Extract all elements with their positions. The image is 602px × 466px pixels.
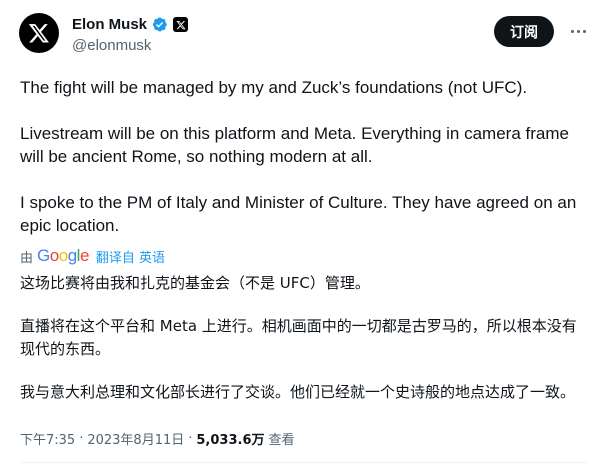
tweet-text: The fight will be managed by my and Zuck…	[20, 76, 590, 237]
separator: ·	[79, 431, 84, 446]
x-affiliate-badge-icon[interactable]	[173, 17, 189, 32]
translated-paragraph: 这场比赛将由我和扎克的基金会（不是 UFC）管理。	[20, 274, 370, 292]
translated-paragraph: 我与意大利总理和文化部长进行了交谈。他们已经就一个史诗般的地点达成了一致。	[20, 383, 576, 401]
views-label: 查看	[268, 433, 295, 448]
divider	[20, 462, 588, 463]
separator: ·	[188, 431, 193, 446]
author-handle[interactable]: @elonmusk	[72, 37, 151, 54]
translated-from-link[interactable]: 翻译自 英语	[96, 247, 165, 266]
author-display-name[interactable]: Elon Musk	[72, 16, 147, 33]
tweet-meta: 下午7:35 · 2023年8月11日 · 5,033.6万 查看	[20, 429, 295, 448]
tweet-paragraph: I spoke to the PM of Italy and Minister …	[20, 193, 577, 235]
avatar[interactable]	[19, 13, 59, 53]
translated-paragraph: 直播将在这个平台和 Meta 上进行。相机画面中的一切都是古罗马的，所以根本没有…	[20, 317, 577, 358]
subscribe-button[interactable]: 订阅	[494, 16, 554, 47]
tweet-time[interactable]: 下午7:35	[20, 429, 75, 448]
tweet-paragraph: Livestream will be on this platform and …	[20, 124, 569, 166]
tweet-date[interactable]: 2023年8月11日	[87, 429, 184, 448]
verified-badge-icon[interactable]	[151, 16, 168, 33]
author-name-row: Elon Musk	[72, 15, 189, 34]
translated-by-label: 由	[20, 250, 34, 266]
views-count[interactable]: 5,033.6万	[196, 429, 264, 448]
translation-attribution: 由 Google 翻译自 英语	[20, 246, 165, 266]
google-logo: Google	[37, 246, 89, 265]
translated-text: 这场比赛将由我和扎克的基金会（不是 UFC）管理。 直播将在这个平台和 Meta…	[20, 272, 590, 404]
more-icon[interactable]	[567, 22, 589, 40]
x-logo-icon	[28, 24, 49, 43]
tweet-paragraph: The fight will be managed by my and Zuck…	[20, 78, 528, 97]
